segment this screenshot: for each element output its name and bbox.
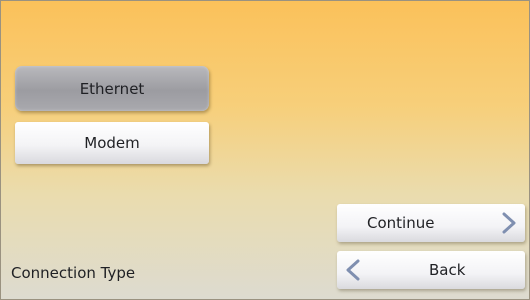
connection-type-screen: Ethernet Modem Continue Back Connection … (0, 0, 530, 300)
modem-button[interactable]: Modem (15, 122, 209, 164)
back-button[interactable]: Back (337, 251, 525, 289)
modem-button-label: Modem (84, 134, 140, 152)
chevron-right-icon (502, 212, 516, 234)
continue-button[interactable]: Continue (337, 204, 525, 242)
ethernet-button-label: Ethernet (79, 79, 145, 98)
continue-button-label: Continue (367, 214, 435, 232)
ethernet-button[interactable]: Ethernet (15, 66, 209, 111)
chevron-left-icon (346, 259, 360, 281)
screen-title: Connection Type (11, 264, 136, 282)
back-button-label: Back (429, 261, 466, 279)
